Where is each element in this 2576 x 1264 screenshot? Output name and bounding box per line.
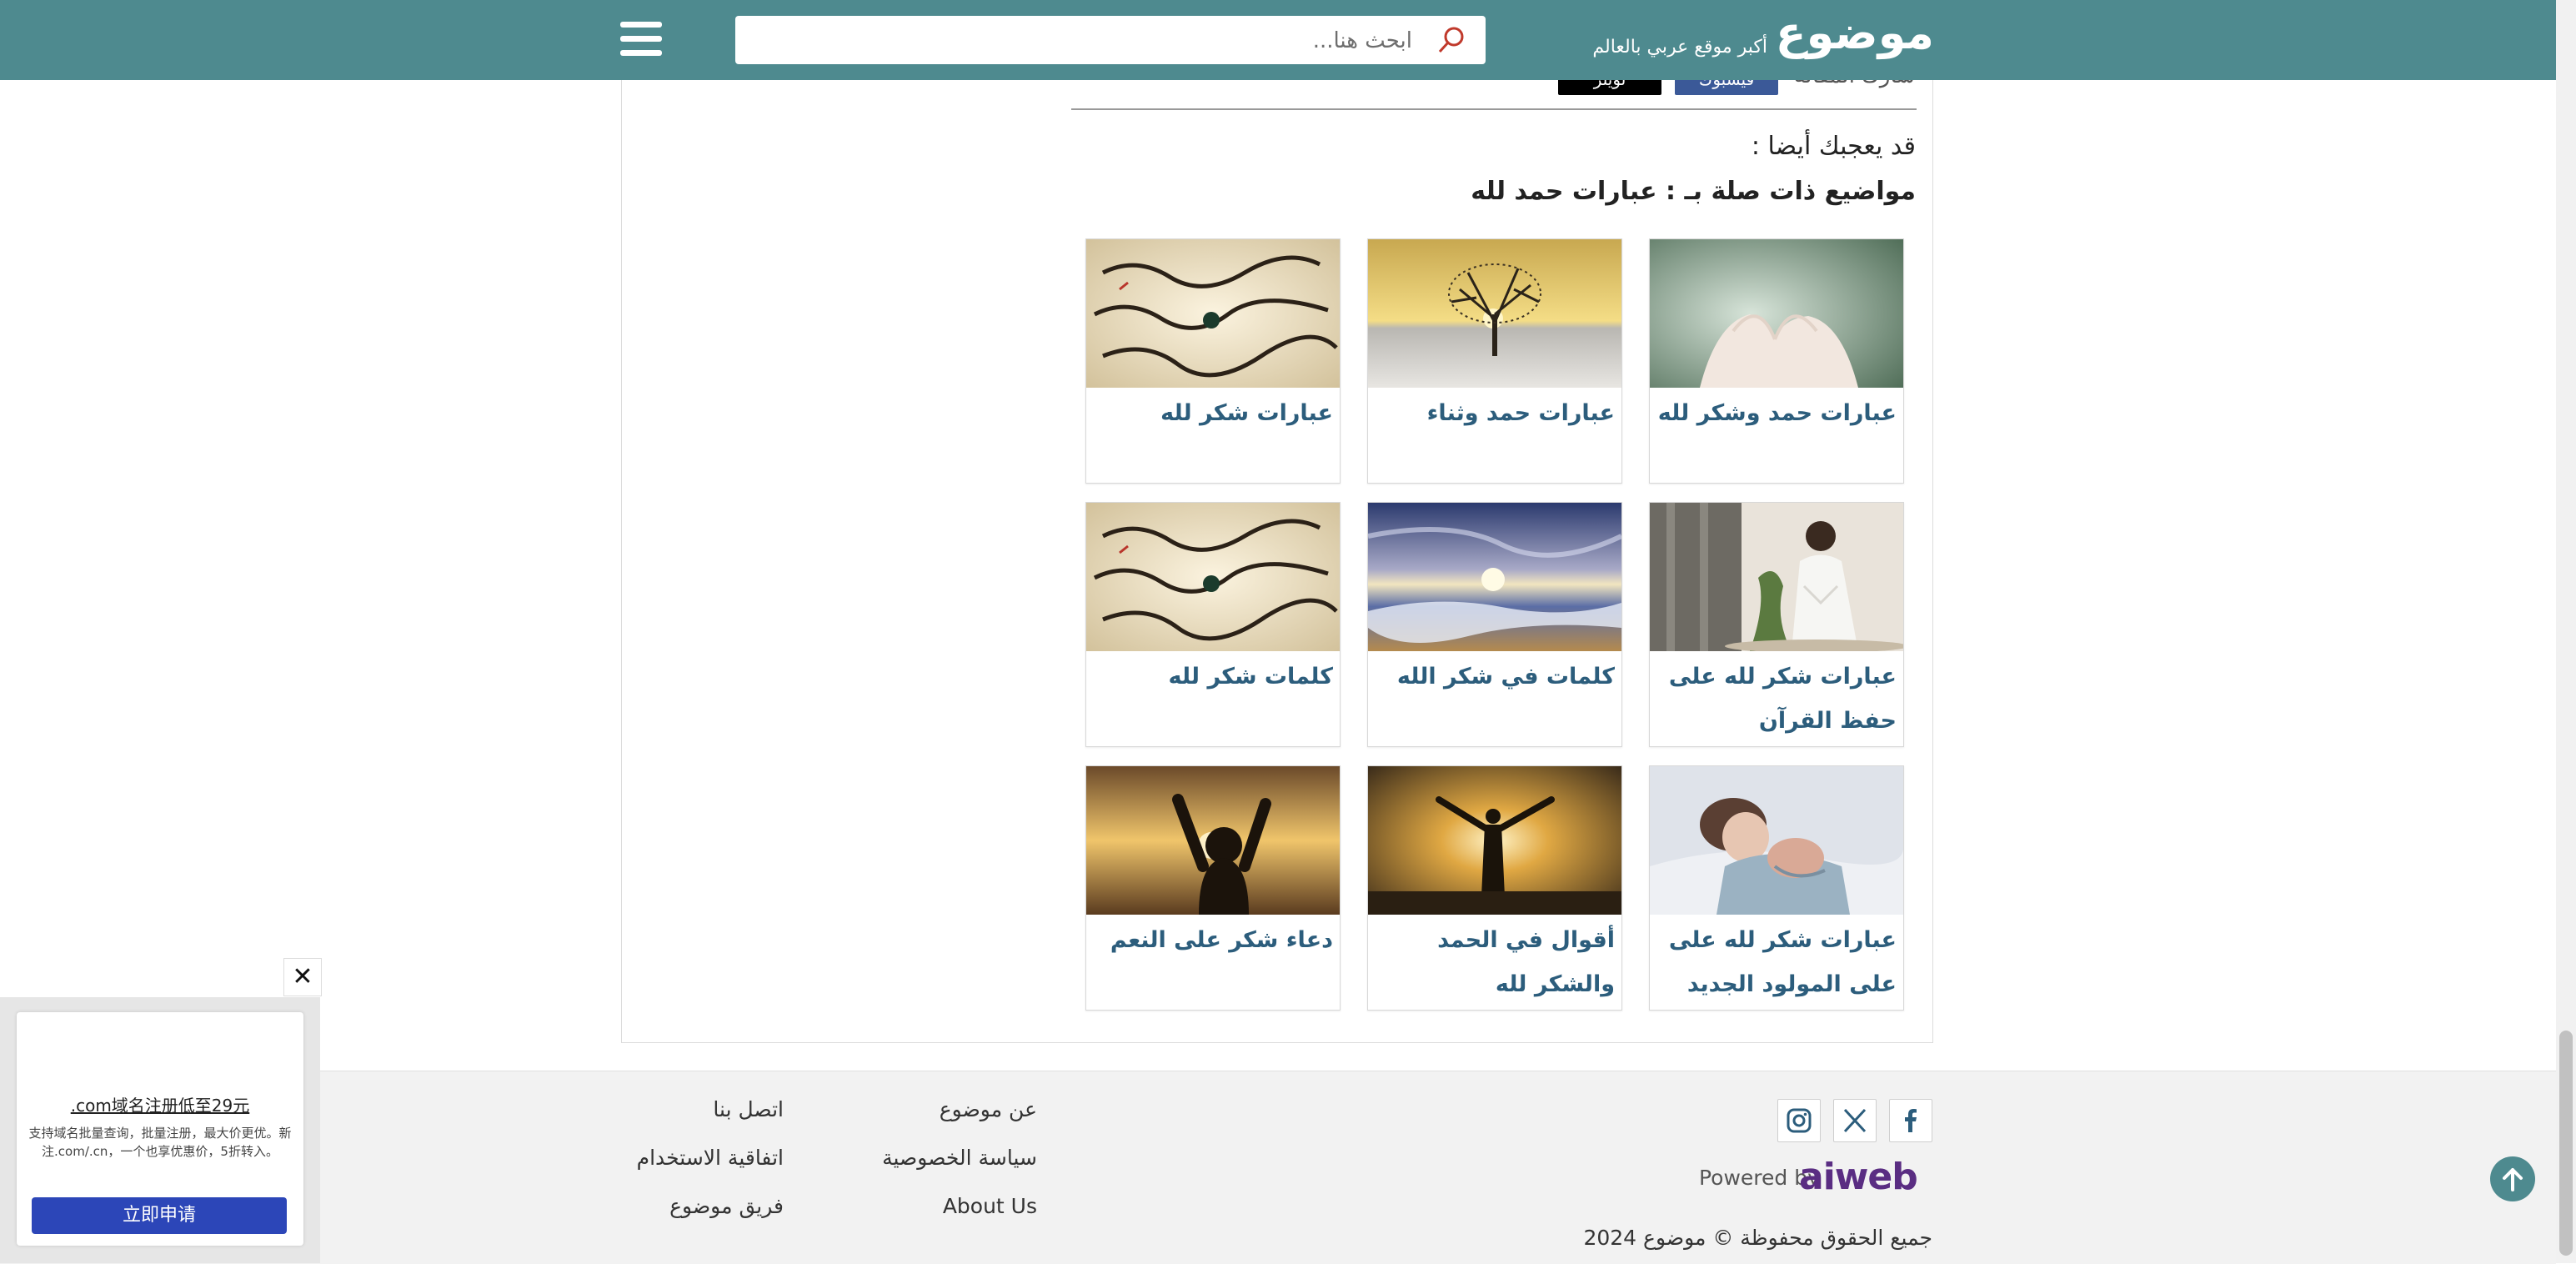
search-input[interactable] — [744, 21, 1414, 61]
related-card[interactable]: دعاء شكر على النعم — [1085, 765, 1341, 1011]
site-logo[interactable]: موضوع — [1776, 7, 1934, 60]
card-title-link[interactable]: أقوال في الحمد والشكر لله — [1375, 918, 1615, 1006]
card-title-link[interactable]: دعاء شكر على النعم — [1093, 918, 1333, 962]
site-logo-text[interactable]: موضوع — [1776, 7, 1934, 60]
footer-link-privacy[interactable]: سياسة الخصوصية — [882, 1146, 1037, 1170]
card-thumbnail[interactable] — [1368, 239, 1621, 388]
card-thumbnail[interactable] — [1650, 503, 1903, 651]
card-title-link[interactable]: عبارات حمد وشكر لله — [1656, 391, 1897, 435]
site-footer — [0, 1071, 2556, 1264]
related-card[interactable]: عبارات حمد وشكر لله — [1649, 238, 1904, 484]
card-title-link[interactable]: كلمات في شكر الله — [1375, 655, 1615, 699]
footer-link-team[interactable]: فريق موضوع — [669, 1194, 784, 1218]
aiweb-logo[interactable]: aiweb — [1799, 1156, 1918, 1198]
footer-link-terms[interactable]: اتفاقية الاستخدام — [637, 1146, 784, 1170]
divider — [1071, 108, 1917, 110]
footer-link-about-en[interactable]: About Us — [943, 1194, 1037, 1218]
copyright-text: جميع الحقوق محفوظة © موضوع 2024 — [1583, 1226, 1932, 1250]
ad-cta-button[interactable]: 立即申请 — [32, 1197, 287, 1234]
card-thumbnail[interactable] — [1368, 766, 1621, 915]
scrollbar-thumb[interactable] — [2559, 1031, 2573, 1256]
card-thumbnail[interactable] — [1086, 766, 1340, 915]
related-card[interactable]: عبارات شكر لله على على المولود الجديد — [1649, 765, 1904, 1011]
related-card[interactable]: عبارات حمد وثناء — [1367, 238, 1622, 484]
facebook-icon — [1905, 1109, 1917, 1132]
card-thumbnail[interactable] — [1650, 766, 1903, 915]
related-card[interactable]: كلمات شكر لله — [1085, 502, 1341, 747]
you-may-like-heading: قد يعجبك أيضا : — [1751, 132, 1916, 161]
card-thumbnail[interactable] — [1368, 503, 1621, 651]
site-tagline: أكبر موقع عربي بالعالم — [1592, 37, 1767, 58]
ad-close-icon[interactable]: ✕ — [283, 958, 322, 996]
related-card[interactable]: عبارات شكر لله على حفظ القرآن — [1649, 502, 1904, 747]
card-thumbnail[interactable] — [1650, 239, 1903, 388]
related-card[interactable]: كلمات في شكر الله — [1367, 502, 1622, 747]
card-thumbnail[interactable] — [1086, 503, 1340, 651]
card-thumbnail[interactable] — [1086, 239, 1340, 388]
x-icon — [1843, 1108, 1867, 1133]
related-card[interactable]: عبارات شكر لله — [1085, 238, 1341, 484]
related-card[interactable]: أقوال في الحمد والشكر لله — [1367, 765, 1622, 1011]
arrow-up-icon — [2503, 1168, 2523, 1191]
card-title-link[interactable]: كلمات شكر لله — [1093, 655, 1333, 699]
search-box — [735, 16, 1486, 64]
hamburger-menu-icon[interactable] — [617, 22, 665, 58]
instagram-link[interactable] — [1777, 1099, 1821, 1142]
card-title-link[interactable]: عبارات شكر لله على على المولود الجديد — [1656, 918, 1897, 1006]
footer-link-contact[interactable]: اتصل بنا — [713, 1097, 784, 1121]
related-topics-title: مواضيع ذات صلة بـ : عبارات حمد لله — [1471, 177, 1916, 206]
ad-body-text: 支持域名批量查询，批量注册，最大价更优。新注.com/.cn，一个也享优惠价，5… — [28, 1126, 292, 1159]
facebook-link[interactable] — [1889, 1099, 1932, 1142]
scroll-to-top-button[interactable] — [2490, 1156, 2535, 1201]
site-header: موضوع أكبر موقع عربي بالعالم — [0, 0, 2556, 80]
instagram-icon — [1787, 1108, 1812, 1133]
x-link[interactable] — [1833, 1099, 1877, 1142]
card-title-link[interactable]: عبارات شكر لله — [1093, 391, 1333, 435]
card-title-link[interactable]: عبارات حمد وثناء — [1375, 391, 1615, 435]
search-icon[interactable] — [1437, 26, 1466, 54]
ad-headline[interactable]: .com域名注册低至29元 — [17, 1092, 303, 1116]
footer-link-about[interactable]: عن موضوع — [940, 1097, 1037, 1121]
card-title-link[interactable]: عبارات شكر لله على حفظ القرآن — [1656, 655, 1897, 743]
